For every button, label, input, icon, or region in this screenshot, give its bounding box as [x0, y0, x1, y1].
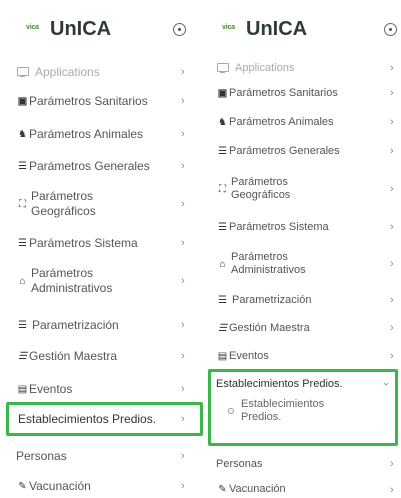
italic-list-icon: ☰: [18, 350, 27, 362]
sidebar-item-establecimientos-predios[interactable]: Establecimientos Predios. ›: [208, 373, 401, 395]
sidebar-item-parametrizacion[interactable]: ☰ Parametrización ›: [0, 315, 207, 335]
sidebar-item-parametros-sanitarios[interactable]: ▣ Parámetros Sanitarios ›: [0, 91, 207, 111]
submenu-item-establecimientos-predios[interactable]: Establecimientos Predios.: [228, 398, 368, 424]
list-icon: ☰: [218, 221, 227, 233]
monitor-icon: [16, 66, 29, 78]
sidebar-item-gestion-maestra[interactable]: ☰ Gestión Maestra ›: [0, 346, 207, 366]
map-icon: ⛶: [19, 198, 26, 210]
bullet-icon: [228, 408, 234, 414]
sidebar-item-parametros-sistema[interactable]: ☰ Parámetros Sistema ›: [208, 218, 401, 236]
chevron-right-icon: ›: [390, 258, 394, 270]
app-title: UnICA: [246, 18, 308, 40]
animals-icon: ♞: [18, 128, 27, 140]
sidebar-item-parametros-geograficos[interactable]: ⛶ Parámetros Geográficos ›: [0, 186, 207, 222]
sidebar-item-parametros-generales[interactable]: ☰ Parámetros Generales ›: [0, 156, 207, 176]
chevron-right-icon: ›: [390, 145, 394, 157]
chevron-right-icon: ›: [390, 294, 394, 306]
list-icon: ☰: [218, 294, 227, 306]
calendar-icon: ▤: [217, 350, 228, 362]
list-icon: ☰: [18, 160, 27, 172]
sidebar-item-personas[interactable]: Personas ›: [208, 455, 401, 473]
chevron-right-icon: ›: [390, 116, 394, 128]
sidebar-item-applications[interactable]: Applications ›: [0, 62, 207, 82]
chevron-right-icon: ›: [181, 95, 185, 107]
sidebar-item-applications[interactable]: Applications ›: [208, 58, 401, 78]
sidebar-expanded-state: vica UnICA Applications › ▣ Parámetros S…: [208, 0, 401, 498]
sidebar-item-parametros-administrativos[interactable]: ⌂ Parámetros Administrativos ›: [208, 247, 401, 281]
sidebar-collapsed-state: vica UnICA Applications › ▣ Parámetros S…: [0, 0, 207, 498]
chevron-right-icon: ›: [181, 66, 185, 78]
monitor-icon: [216, 62, 229, 74]
sidebar-item-vacunacion[interactable]: ✎ Vacunación ›: [0, 476, 207, 496]
chevron-right-icon: ›: [181, 237, 185, 249]
chevron-right-icon: ›: [390, 458, 394, 470]
chevron-right-icon: ›: [390, 350, 394, 362]
sidebar-item-parametros-sanitarios[interactable]: ▣ Parámetros Sanitarios ›: [208, 84, 401, 102]
sidebar-item-parametros-administrativos[interactable]: ⌂ Parámetros Administrativos ›: [0, 263, 207, 299]
chevron-right-icon: ›: [390, 322, 394, 334]
building-icon: ⌂: [219, 258, 226, 270]
sidebar-item-eventos[interactable]: ▤ Eventos ›: [0, 379, 207, 399]
sidebar-item-establecimientos-predios[interactable]: Establecimientos Predios. ›: [6, 402, 203, 436]
calendar-icon: ▤: [17, 383, 28, 395]
list-icon: ☰: [218, 145, 227, 157]
chevron-right-icon: ›: [181, 480, 185, 492]
building-icon: ⌂: [19, 275, 26, 287]
chevron-right-icon: ›: [390, 483, 394, 496]
chevron-right-icon: ›: [181, 350, 185, 362]
sidebar-item-personas[interactable]: Personas ›: [0, 446, 207, 466]
chevron-right-icon: ›: [181, 160, 185, 172]
chevron-right-icon: ›: [181, 198, 185, 210]
chevron-right-icon: ›: [181, 450, 185, 462]
sidebar-item-eventos[interactable]: ▤ Eventos ›: [208, 347, 401, 365]
logo-icon: vica: [222, 24, 235, 31]
sidebar-item-vacunacion[interactable]: ✎ Vacunación ›: [208, 481, 401, 498]
chevron-right-icon: ›: [390, 183, 394, 195]
logo-icon: vica: [26, 24, 39, 31]
chevron-right-icon: ›: [181, 275, 185, 287]
list-icon: ☰: [18, 237, 27, 249]
syringe-icon: ✎: [18, 480, 27, 492]
sidebar-item-parametrizacion[interactable]: ☰ Parametrización ›: [208, 291, 401, 309]
sidebar-item-parametros-geograficos[interactable]: ⛶ Parámetros Geográficos ›: [208, 172, 401, 206]
syringe-icon: ✎: [218, 484, 227, 495]
italic-list-icon: ☰: [218, 322, 227, 334]
sidebar-item-parametros-generales[interactable]: ☰ Parámetros Generales ›: [208, 142, 401, 160]
sidebar-toggle-button[interactable]: [173, 23, 186, 36]
clipboard-icon: ▣: [17, 95, 28, 107]
sidebar-item-parametros-animales[interactable]: ♞ Parámetros Animales ›: [208, 113, 401, 131]
chevron-right-icon: ›: [181, 128, 185, 140]
list-icon: ☰: [18, 319, 27, 331]
sidebar-item-gestion-maestra[interactable]: ☰ Gestión Maestra ›: [208, 319, 401, 337]
sidebar-toggle-button[interactable]: [384, 23, 397, 36]
sidebar-header: vica UnICA: [208, 0, 401, 62]
chevron-right-icon: ›: [390, 62, 394, 74]
chevron-right-icon: ›: [181, 319, 185, 331]
chevron-right-icon: ›: [181, 383, 185, 395]
chevron-right-icon: ›: [390, 221, 394, 233]
sidebar-header: vica UnICA: [0, 0, 207, 62]
chevron-right-icon: ›: [390, 87, 394, 99]
map-icon: ⛶: [219, 183, 226, 195]
app-title: UnICA: [50, 18, 112, 40]
animals-icon: ♞: [218, 116, 227, 128]
sidebar-item-parametros-animales[interactable]: ♞ Parámetros Animales ›: [0, 124, 207, 144]
chevron-down-icon: ›: [379, 382, 392, 386]
sidebar-item-parametros-sistema[interactable]: ☰ Parámetros Sistema ›: [0, 233, 207, 253]
chevron-right-icon: ›: [181, 413, 185, 425]
clipboard-icon: ▣: [217, 87, 228, 99]
